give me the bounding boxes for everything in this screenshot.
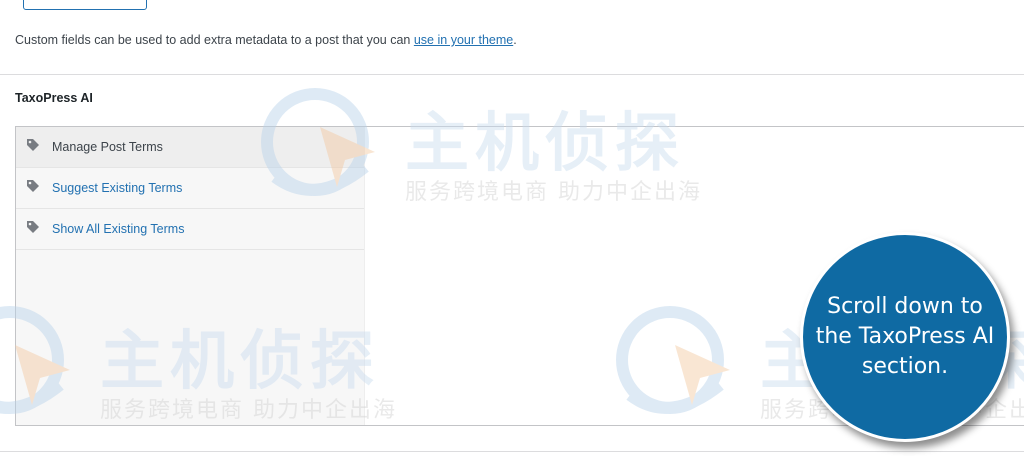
tag-icon	[26, 138, 40, 152]
instruction-callout: Scroll down to the TaxoPress AI section.	[800, 232, 1010, 442]
nav-item-label: Manage Post Terms	[52, 140, 163, 154]
callout-text: Scroll down to the TaxoPress AI section.	[815, 294, 995, 379]
nav-item-label: Suggest Existing Terms	[52, 181, 183, 195]
custom-fields-description: Custom fields can be used to add extra m…	[15, 33, 517, 47]
taxopress-nav: Manage Post Terms Suggest Existing Terms…	[16, 127, 365, 425]
taxopress-section-title: TaxoPress AI	[15, 91, 93, 105]
custom-fields-description-text: Custom fields can be used to add extra m…	[15, 33, 414, 47]
section-divider	[0, 74, 1024, 75]
custom-fields-description-suffix: .	[513, 33, 517, 47]
use-in-your-theme-link[interactable]: use in your theme	[414, 33, 513, 47]
nav-item-show-all-existing-terms[interactable]: Show All Existing Terms	[16, 209, 364, 250]
nav-item-label: Show All Existing Terms	[52, 222, 185, 236]
top-partial-button[interactable]	[23, 0, 147, 10]
tag-icon	[26, 220, 40, 234]
section-divider-bottom	[0, 451, 1024, 452]
tag-icon	[26, 179, 40, 193]
nav-item-suggest-existing-terms[interactable]: Suggest Existing Terms	[16, 168, 364, 209]
nav-item-manage-post-terms[interactable]: Manage Post Terms	[16, 127, 364, 168]
